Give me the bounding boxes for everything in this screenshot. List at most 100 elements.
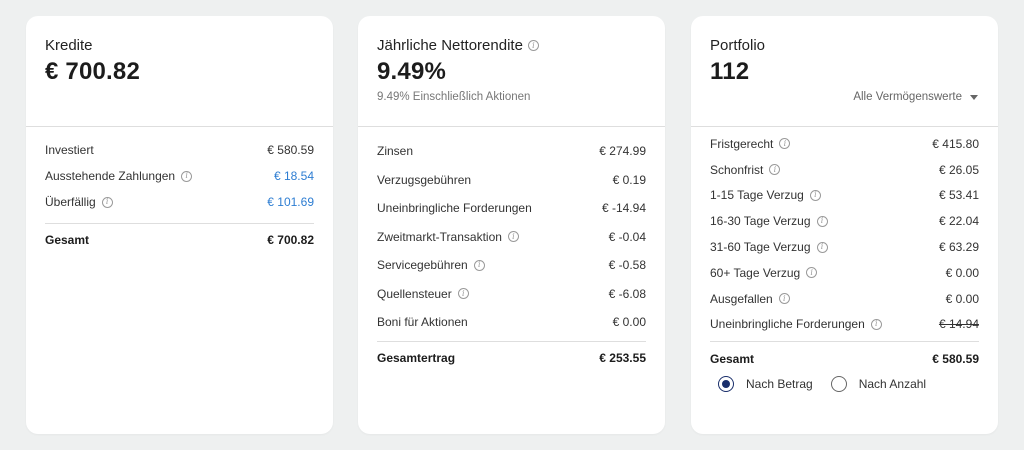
radio-label: Nach Betrag <box>746 377 813 391</box>
kredite-value: € 700.82 <box>45 58 141 85</box>
portfolio-row-1-15-tage-verzug: 1-15 Tage Verzug i € 53.41 <box>710 183 979 209</box>
row-value: € 22.04 <box>938 214 979 229</box>
row-value: € 0.00 <box>945 265 979 280</box>
row-label: Schonfrist <box>710 162 764 177</box>
kredite-title: Kredite <box>45 37 93 54</box>
rendite-row-verzugsgebuehren: Verzugsgebühren € 0.19 <box>377 166 646 195</box>
portfolio-row-schonfrist: Schonfrist i € 26.05 <box>710 157 979 183</box>
row-label: Uneinbringliche Forderungen <box>710 317 865 332</box>
rendite-row-uneinbringliche-forderungen: Uneinbringliche Forderungen € -14.94 <box>377 194 646 223</box>
info-icon[interactable]: i <box>779 138 791 150</box>
row-value: € 63.29 <box>938 240 979 255</box>
row-value: € -6.08 <box>608 286 646 301</box>
rendite-row-zweitmarkt-transaktion: Zweitmarkt-Transaktion i € -0.04 <box>377 223 646 252</box>
kredite-row-ueberfaellig: Überfällig i € 101.69 <box>45 189 314 215</box>
portfolio-row-16-30-tage-verzug: 16-30 Tage Verzug i € 22.04 <box>710 208 979 234</box>
total-value: € 700.82 <box>267 232 314 247</box>
info-icon[interactable]: i <box>101 196 113 208</box>
nettorendite-title: Jährliche Nettorendite <box>377 37 523 54</box>
row-value: € 415.80 <box>932 136 979 151</box>
row-label: 31-60 Tage Verzug <box>710 240 811 255</box>
kredite-row-total: Gesamt € 700.82 <box>45 223 314 255</box>
portfolio-row-ausgefallen: Ausgefallen i € 0.00 <box>710 286 979 312</box>
row-value: € -0.58 <box>608 258 646 273</box>
total-label: Gesamtertrag <box>377 351 456 365</box>
portfolio-card: Portfolio 112 Alle Vermögenswerte Fristg… <box>691 16 998 434</box>
portfolio-header: Portfolio 112 Alle Vermögenswerte <box>691 16 998 127</box>
portfolio-row-31-60-tage-verzug: 31-60 Tage Verzug i € 63.29 <box>710 234 979 260</box>
portfolio-value: 112 <box>710 58 750 85</box>
kredite-row-ausstehende-zahlungen: Ausstehende Zahlungen i € 18.54 <box>45 163 314 189</box>
total-label: Gesamt <box>45 232 90 247</box>
portfolio-row-total: Gesamt € 580.59 <box>710 341 979 375</box>
total-label: Gesamt <box>710 351 755 366</box>
total-value: € 580.59 <box>932 351 979 366</box>
nettorendite-value: 9.49% <box>377 58 447 85</box>
rendite-row-total: Gesamtertrag € 253.55 <box>377 340 646 375</box>
row-label: Investiert <box>45 143 94 157</box>
row-value-strikethrough: € 14.94 <box>938 317 979 332</box>
nettorendite-card: Jährliche Nettorendite i 9.49% 9.49% Ein… <box>358 16 665 434</box>
row-value: € 274.99 <box>599 144 646 159</box>
row-label: Ausstehende Zahlungen <box>45 169 176 183</box>
info-icon[interactable]: i <box>457 288 469 300</box>
kredite-row-investiert: Investiert € 580.59 <box>45 137 314 163</box>
row-label: 16-30 Tage Verzug <box>710 214 811 229</box>
nettorendite-subtitle: 9.49% Einschließlich Aktionen <box>377 91 531 103</box>
row-label: Uneinbringliche Forderungen <box>377 201 532 216</box>
view-mode-radio-group: Nach Betrag Nach Anzahl <box>718 376 926 392</box>
info-icon[interactable]: i <box>527 40 539 51</box>
info-icon[interactable]: i <box>507 231 519 243</box>
info-icon[interactable]: i <box>473 259 485 271</box>
portfolio-row-60-plus-tage-verzug: 60+ Tage Verzug i € 0.00 <box>710 260 979 286</box>
kredite-rows: Investiert € 580.59 Ausstehende Zahlunge… <box>45 137 314 255</box>
rendite-row-boni-fuer-aktionen: Boni für Aktionen € 0.00 <box>377 308 646 337</box>
info-icon[interactable]: i <box>809 189 821 201</box>
row-label: Quellensteuer <box>377 286 452 301</box>
row-value: € 0.00 <box>945 291 979 306</box>
row-value: € 26.05 <box>938 162 979 177</box>
row-value: € 53.41 <box>938 188 979 203</box>
portfolio-row-uneinbringliche-forderungen: Uneinbringliche Forderungen i € 14.94 <box>710 312 979 338</box>
kredite-header: Kredite € 700.82 <box>26 16 333 127</box>
row-value: € 0.00 <box>612 315 646 330</box>
nettorendite-rows: Zinsen € 274.99 Verzugsgebühren € 0.19 U… <box>377 137 646 375</box>
row-value: € 0.19 <box>612 172 646 187</box>
row-label: Verzugsgebühren <box>377 172 472 187</box>
row-label: Ausgefallen <box>710 291 773 306</box>
info-icon[interactable]: i <box>806 267 818 279</box>
row-value: € 580.59 <box>267 143 314 157</box>
radio-nach-betrag[interactable]: Nach Betrag <box>718 376 813 392</box>
asset-filter-dropdown[interactable]: Alle Vermögenswerte <box>853 91 978 103</box>
asset-filter-label: Alle Vermögenswerte <box>853 91 962 103</box>
radio-unchecked-icon[interactable] <box>830 376 847 392</box>
ueberfaellig-link[interactable]: € 101.69 <box>267 195 314 209</box>
ausstehende-zahlungen-link[interactable]: € 18.54 <box>274 169 314 183</box>
info-icon[interactable]: i <box>778 293 790 305</box>
row-label: Überfällig <box>45 195 96 209</box>
row-label: Zweitmarkt-Transaktion <box>377 229 502 244</box>
nettorendite-title-wrap: Jährliche Nettorendite i <box>377 37 539 54</box>
kredite-card: Kredite € 700.82 Investiert € 580.59 Aus… <box>26 16 333 434</box>
info-icon[interactable]: i <box>816 215 828 227</box>
radio-label: Nach Anzahl <box>858 377 927 391</box>
row-label: Servicegebühren <box>377 258 468 273</box>
row-value: € -0.04 <box>608 229 646 244</box>
info-icon[interactable]: i <box>816 241 828 253</box>
row-label: Zinsen <box>377 144 414 159</box>
total-value: € 253.55 <box>599 351 646 365</box>
row-value: € -14.94 <box>601 201 646 216</box>
rendite-row-zinsen: Zinsen € 274.99 <box>377 137 646 166</box>
portfolio-rows: Fristgerecht i € 415.80 Schonfrist i € 26.… <box>710 131 979 375</box>
info-icon[interactable]: i <box>769 164 781 176</box>
row-label: Boni für Aktionen <box>377 315 468 330</box>
rendite-row-quellensteuer: Quellensteuer i € -6.08 <box>377 280 646 309</box>
radio-checked-icon[interactable] <box>718 376 734 392</box>
nettorendite-header: Jährliche Nettorendite i 9.49% 9.49% Ein… <box>358 16 665 127</box>
caret-down-icon <box>970 94 978 100</box>
rendite-row-servicegebuehren: Servicegebühren i € -0.58 <box>377 251 646 280</box>
info-icon[interactable]: i <box>181 170 193 182</box>
row-label: Fristgerecht <box>710 136 774 151</box>
radio-nach-anzahl[interactable]: Nach Anzahl <box>830 376 927 392</box>
info-icon[interactable]: i <box>870 318 882 330</box>
